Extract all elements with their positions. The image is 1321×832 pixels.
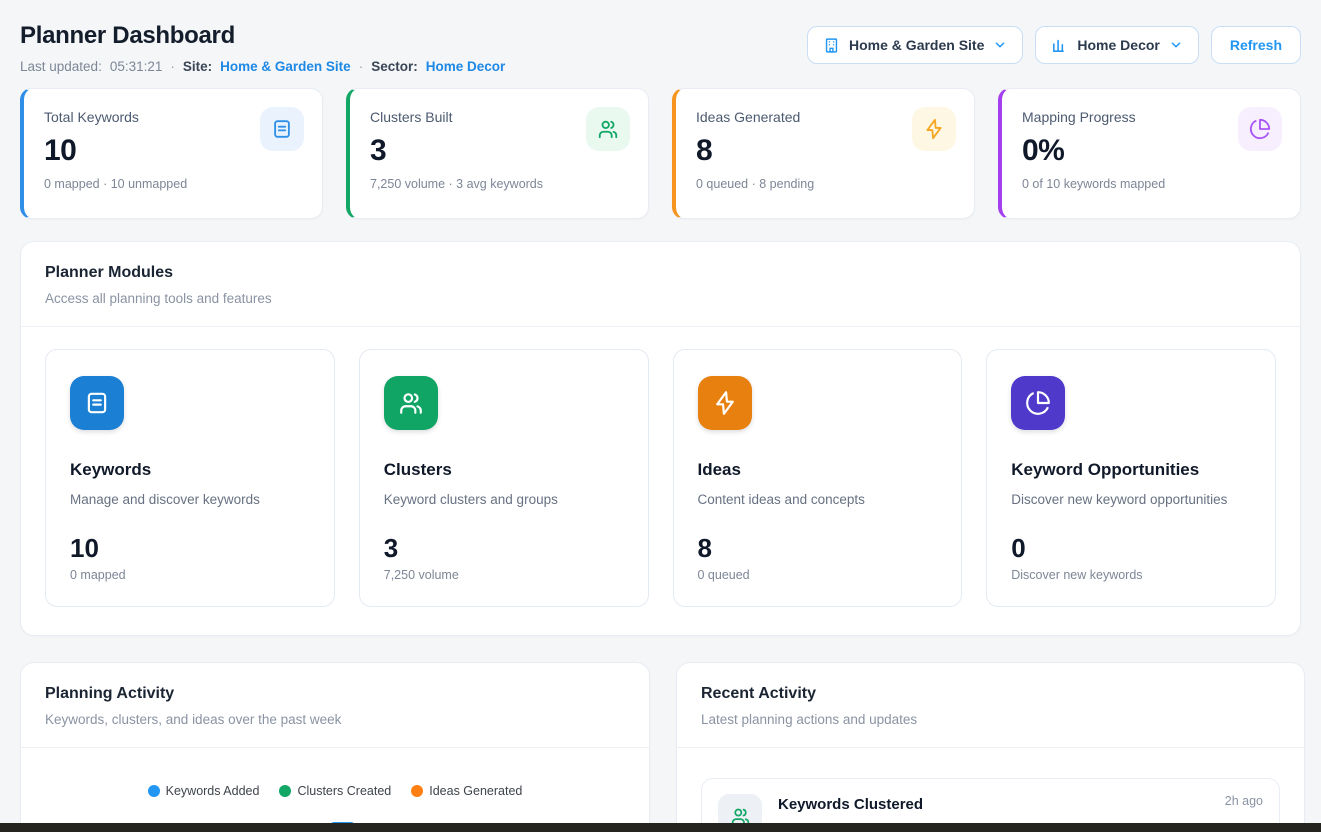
module-description: Manage and discover keywords: [70, 492, 310, 507]
page-header: Planner Dashboard Last updated: 05:31:21…: [20, 0, 1301, 74]
bottom-edge-bar: [0, 823, 1321, 832]
stat-card-total-keywords: Total Keywords 10 0 mapped · 10 unmapped: [20, 88, 323, 219]
module-subtext: 0 mapped: [70, 568, 310, 582]
document-icon: [70, 376, 124, 430]
stats-row: Total Keywords 10 0 mapped · 10 unmapped…: [20, 88, 1301, 219]
chart-legend: Keywords Added Clusters Created Ideas Ge…: [21, 784, 649, 798]
module-description: Content ideas and concepts: [698, 492, 938, 507]
stat-card-ideas-generated: Ideas Generated 8 0 queued · 8 pending: [672, 88, 975, 219]
legend-dot: [148, 785, 160, 797]
module-title: Ideas: [698, 460, 938, 480]
panel-title: Planning Activity: [45, 685, 625, 703]
module-value: 8: [698, 533, 938, 564]
module-card-ideas[interactable]: Ideas Content ideas and concepts 8 0 que…: [673, 349, 963, 607]
module-title: Keywords: [70, 460, 310, 480]
legend-label: Clusters Created: [297, 784, 391, 798]
legend-dot: [279, 785, 291, 797]
planning-activity-header: Planning Activity Keywords, clusters, an…: [21, 663, 649, 747]
module-title: Clusters: [384, 460, 624, 480]
legend-dot: [411, 785, 423, 797]
activity-item-title: Keywords Clustered: [778, 796, 923, 813]
module-description: Keyword clusters and groups: [384, 492, 624, 507]
building-icon: [823, 37, 840, 54]
module-value: 0: [1011, 533, 1251, 564]
divider: [677, 747, 1304, 748]
legend-label: Keywords Added: [166, 784, 260, 798]
recent-activity-panel: Recent Activity Latest planning actions …: [676, 662, 1305, 832]
lightning-icon: [912, 107, 956, 151]
site-selector-dropdown[interactable]: Home & Garden Site: [807, 26, 1023, 64]
meta-separator: ·: [359, 59, 364, 74]
module-value: 10: [70, 533, 310, 564]
modules-grid: Keywords Manage and discover keywords 10…: [21, 327, 1300, 635]
module-card-clusters[interactable]: Clusters Keyword clusters and groups 3 7…: [359, 349, 649, 607]
divider: [21, 747, 649, 748]
site-link[interactable]: Home & Garden Site: [220, 59, 351, 74]
site-label: Site:: [183, 59, 212, 74]
stat-subtext: 0 queued · 8 pending: [696, 177, 954, 191]
module-card-keywords[interactable]: Keywords Manage and discover keywords 10…: [45, 349, 335, 607]
users-icon: [384, 376, 438, 430]
legend-item-keywords-added[interactable]: Keywords Added: [148, 784, 260, 798]
stat-card-mapping-progress: Mapping Progress 0% 0 of 10 keywords map…: [998, 88, 1301, 219]
bar-chart-icon: [1051, 37, 1068, 54]
planner-modules-header: Planner Modules Access all planning tool…: [21, 242, 1300, 326]
stat-subtext: 7,250 volume · 3 avg keywords: [370, 177, 628, 191]
refresh-button[interactable]: Refresh: [1211, 26, 1301, 64]
sector-selector-label: Home Decor: [1077, 37, 1159, 53]
header-controls: Home & Garden Site Home Decor Refresh: [807, 26, 1301, 64]
panel-subtitle: Latest planning actions and updates: [701, 712, 1280, 727]
refresh-button-label: Refresh: [1230, 37, 1282, 53]
stat-card-clusters-built: Clusters Built 3 7,250 volume · 3 avg ke…: [346, 88, 649, 219]
pie-chart-icon: [1011, 376, 1065, 430]
planner-dashboard-page: Planner Dashboard Last updated: 05:31:21…: [0, 0, 1321, 832]
module-description: Discover new keyword opportunities: [1011, 492, 1251, 507]
legend-item-ideas-generated[interactable]: Ideas Generated: [411, 784, 522, 798]
module-value: 3: [384, 533, 624, 564]
header-meta: Last updated: 05:31:21 · Site: Home & Ga…: [20, 59, 505, 74]
panel-title: Planner Modules: [45, 264, 1276, 282]
panel-title: Recent Activity: [701, 685, 1280, 703]
last-updated-value: 05:31:21: [110, 59, 163, 74]
chevron-down-icon: [1169, 38, 1183, 52]
activity-item-time: 2h ago: [1225, 794, 1263, 808]
header-left: Planner Dashboard Last updated: 05:31:21…: [20, 22, 505, 74]
planner-modules-panel: Planner Modules Access all planning tool…: [20, 241, 1301, 636]
stat-subtext: 0 mapped · 10 unmapped: [44, 177, 302, 191]
lightning-icon: [698, 376, 752, 430]
module-subtext: Discover new keywords: [1011, 568, 1251, 582]
legend-label: Ideas Generated: [429, 784, 522, 798]
page-title: Planner Dashboard: [20, 22, 505, 50]
sector-link[interactable]: Home Decor: [426, 59, 506, 74]
sector-selector-dropdown[interactable]: Home Decor: [1035, 26, 1198, 64]
chevron-down-icon: [993, 38, 1007, 52]
module-card-keyword-opportunities[interactable]: Keyword Opportunities Discover new keywo…: [986, 349, 1276, 607]
bottom-row: Planning Activity Keywords, clusters, an…: [20, 636, 1301, 832]
meta-separator: ·: [170, 59, 175, 74]
module-title: Keyword Opportunities: [1011, 460, 1251, 480]
last-updated-label: Last updated:: [20, 59, 102, 74]
module-subtext: 7,250 volume: [384, 568, 624, 582]
document-icon: [260, 107, 304, 151]
users-icon: [586, 107, 630, 151]
legend-item-clusters-created[interactable]: Clusters Created: [279, 784, 391, 798]
planning-activity-panel: Planning Activity Keywords, clusters, an…: [20, 662, 650, 832]
recent-activity-header: Recent Activity Latest planning actions …: [677, 663, 1304, 747]
pie-chart-icon: [1238, 107, 1282, 151]
stat-subtext: 0 of 10 keywords mapped: [1022, 177, 1280, 191]
sector-label: Sector:: [371, 59, 418, 74]
module-subtext: 0 queued: [698, 568, 938, 582]
site-selector-label: Home & Garden Site: [849, 37, 984, 53]
panel-subtitle: Keywords, clusters, and ideas over the p…: [45, 712, 625, 727]
panel-subtitle: Access all planning tools and features: [45, 291, 1276, 306]
